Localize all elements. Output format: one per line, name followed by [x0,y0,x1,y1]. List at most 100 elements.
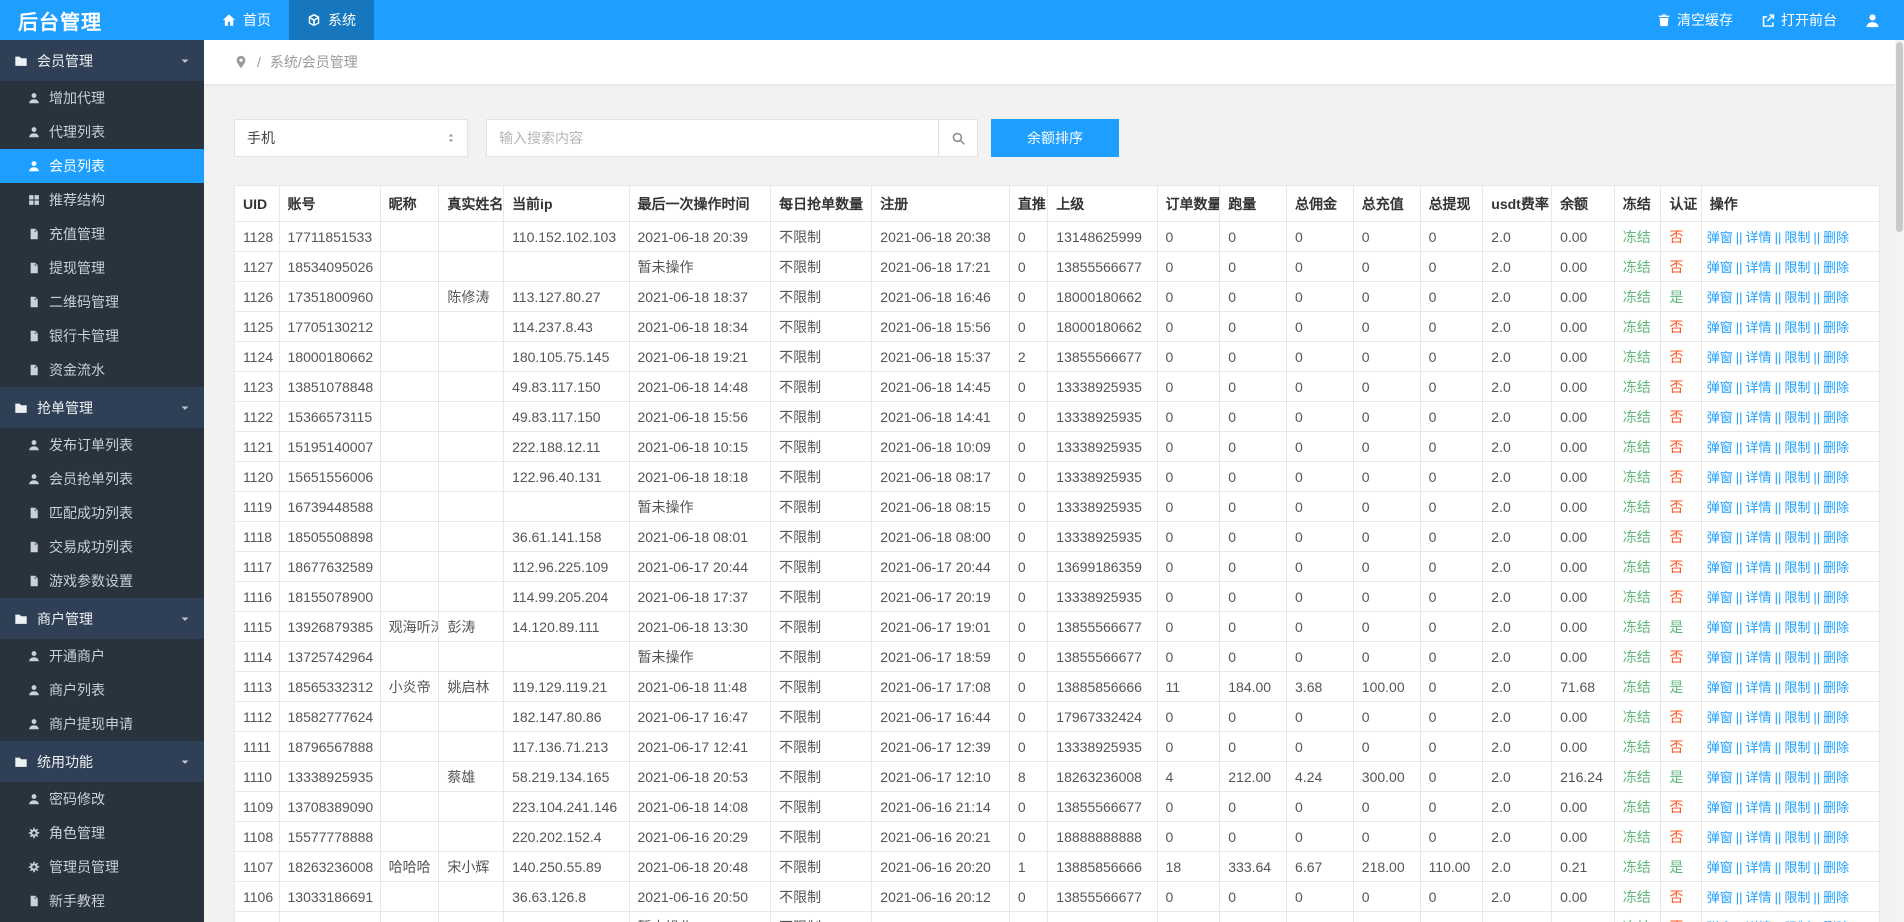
limit-link[interactable]: 限制 [1784,830,1810,845]
sidebar-item-beginner-tutorial[interactable]: 新手教程 [0,884,204,918]
popup-link[interactable]: 弹窗 [1707,560,1733,575]
detail-link[interactable]: 详情 [1746,530,1772,545]
sidebar-item-change-password[interactable]: 密码修改 [0,782,204,816]
delete-link[interactable]: 删除 [1823,740,1849,755]
limit-link[interactable]: 限制 [1784,350,1810,365]
popup-link[interactable]: 弹窗 [1707,590,1733,605]
popup-link[interactable]: 弹窗 [1707,320,1733,335]
popup-link[interactable]: 弹窗 [1707,530,1733,545]
sidebar-item-match-success-list[interactable]: 匹配成功列表 [0,496,204,530]
delete-link[interactable]: 删除 [1823,260,1849,275]
detail-link[interactable]: 详情 [1746,320,1772,335]
sidebar-section-member-management[interactable]: 会员管理 [0,40,204,81]
detail-link[interactable]: 详情 [1746,860,1772,875]
limit-link[interactable]: 限制 [1784,560,1810,575]
limit-link[interactable]: 限制 [1784,500,1810,515]
limit-link[interactable]: 限制 [1784,470,1810,485]
clear-cache-button[interactable]: 清空缓存 [1657,10,1733,30]
limit-link[interactable]: 限制 [1784,800,1810,815]
popup-link[interactable]: 弹窗 [1707,740,1733,755]
delete-link[interactable]: 删除 [1823,890,1849,905]
limit-link[interactable]: 限制 [1784,860,1810,875]
popup-link[interactable]: 弹窗 [1707,890,1733,905]
freeze-link[interactable]: 冻结 [1623,559,1651,575]
limit-link[interactable]: 限制 [1784,680,1810,695]
delete-link[interactable]: 删除 [1823,290,1849,305]
popup-link[interactable]: 弹窗 [1707,680,1733,695]
sidebar-item-open-merchant[interactable]: 开通商户 [0,639,204,673]
popup-link[interactable]: 弹窗 [1707,650,1733,665]
popup-link[interactable]: 弹窗 [1707,410,1733,425]
sidebar-item-withdraw-management[interactable]: 提现管理 [0,251,204,285]
delete-link[interactable]: 删除 [1823,650,1849,665]
freeze-link[interactable]: 冻结 [1623,859,1651,875]
freeze-link[interactable]: 冻结 [1623,319,1651,335]
freeze-link[interactable]: 冻结 [1623,829,1651,845]
sidebar-item-role-management[interactable]: 角色管理 [0,816,204,850]
delete-link[interactable]: 删除 [1823,860,1849,875]
detail-link[interactable]: 详情 [1746,830,1772,845]
popup-link[interactable]: 弹窗 [1707,440,1733,455]
sidebar-item-trade-success-list[interactable]: 交易成功列表 [0,530,204,564]
sidebar-item-qrcode-management[interactable]: 二维码管理 [0,285,204,319]
sidebar-section-general-functions[interactable]: 统用功能 [0,741,204,782]
sidebar-item-add-agent[interactable]: 增加代理 [0,81,204,115]
search-field-select[interactable]: 手机 [234,119,468,157]
popup-link[interactable]: 弹窗 [1707,770,1733,785]
limit-link[interactable]: 限制 [1784,890,1810,905]
freeze-link[interactable]: 冻结 [1623,439,1651,455]
freeze-link[interactable]: 冻结 [1623,379,1651,395]
limit-link[interactable]: 限制 [1784,650,1810,665]
freeze-link[interactable]: 冻结 [1623,409,1651,425]
delete-link[interactable]: 删除 [1823,620,1849,635]
sidebar-item-member-grab-list[interactable]: 会员抢单列表 [0,462,204,496]
freeze-link[interactable]: 冻结 [1623,919,1651,922]
freeze-link[interactable]: 冻结 [1623,799,1651,815]
popup-link[interactable]: 弹窗 [1707,500,1733,515]
delete-link[interactable]: 删除 [1823,440,1849,455]
tab-system[interactable]: 系统 [289,0,374,40]
freeze-link[interactable]: 冻结 [1623,679,1651,695]
sidebar-item-bankcard-management[interactable]: 银行卡管理 [0,319,204,353]
sidebar-item-published-order-list[interactable]: 发布订单列表 [0,428,204,462]
limit-link[interactable]: 限制 [1784,770,1810,785]
detail-link[interactable]: 详情 [1746,380,1772,395]
sidebar-item-member-list[interactable]: 会员列表 [0,149,204,183]
popup-link[interactable]: 弹窗 [1707,230,1733,245]
limit-link[interactable]: 限制 [1784,380,1810,395]
freeze-link[interactable]: 冻结 [1623,619,1651,635]
delete-link[interactable]: 删除 [1823,830,1849,845]
sidebar-item-referral-structure[interactable]: 推荐结构 [0,183,204,217]
delete-link[interactable]: 删除 [1823,530,1849,545]
limit-link[interactable]: 限制 [1784,710,1810,725]
detail-link[interactable]: 详情 [1746,470,1772,485]
sidebar-item-merchant-list[interactable]: 商户列表 [0,673,204,707]
sidebar-section-merchant-management[interactable]: 商户管理 [0,598,204,639]
sidebar-item-game-param-settings[interactable]: 游戏参数设置 [0,564,204,598]
freeze-link[interactable]: 冻结 [1623,529,1651,545]
detail-link[interactable]: 详情 [1746,290,1772,305]
freeze-link[interactable]: 冻结 [1623,469,1651,485]
delete-link[interactable]: 删除 [1823,350,1849,365]
limit-link[interactable]: 限制 [1784,620,1810,635]
vertical-scrollbar[interactable] [1895,40,1904,922]
freeze-link[interactable]: 冻结 [1623,289,1651,305]
limit-link[interactable]: 限制 [1784,320,1810,335]
delete-link[interactable]: 删除 [1823,410,1849,425]
sidebar-item-merchant-withdraw-request[interactable]: 商户提现申请 [0,707,204,741]
detail-link[interactable]: 详情 [1746,800,1772,815]
balance-sort-button[interactable]: 余额排序 [991,119,1119,157]
delete-link[interactable]: 删除 [1823,710,1849,725]
detail-link[interactable]: 详情 [1746,770,1772,785]
limit-link[interactable]: 限制 [1784,740,1810,755]
popup-link[interactable]: 弹窗 [1707,860,1733,875]
detail-link[interactable]: 详情 [1746,560,1772,575]
delete-link[interactable]: 删除 [1823,680,1849,695]
freeze-link[interactable]: 冻结 [1623,229,1651,245]
sidebar-item-agent-list[interactable]: 代理列表 [0,115,204,149]
sidebar-section-order-grab-management[interactable]: 抢单管理 [0,387,204,428]
freeze-link[interactable]: 冻结 [1623,259,1651,275]
detail-link[interactable]: 详情 [1746,590,1772,605]
popup-link[interactable]: 弹窗 [1707,350,1733,365]
detail-link[interactable]: 详情 [1746,260,1772,275]
